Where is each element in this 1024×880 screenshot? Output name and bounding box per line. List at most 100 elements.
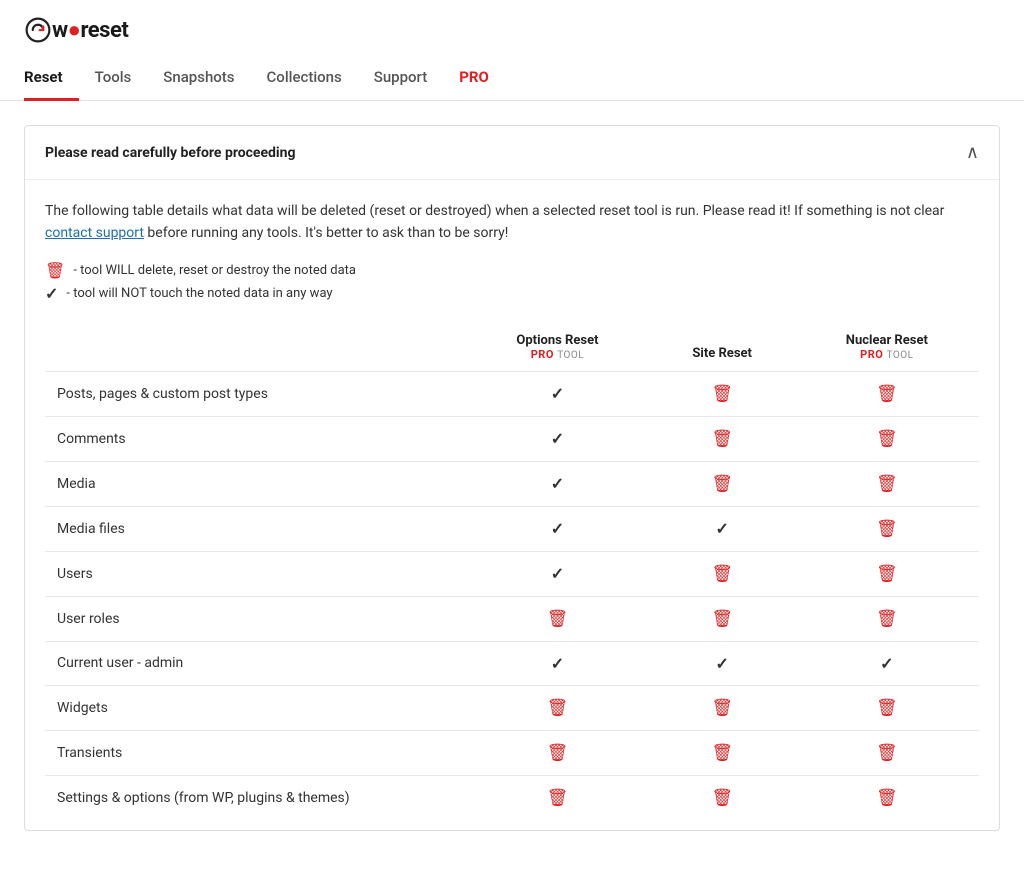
trash-icon: 🗑 [876,609,898,629]
row-label: Posts, pages & custom post types [45,371,465,416]
tool-word-2: TOOL [887,350,914,361]
trash-icon: 🗑 [711,474,733,494]
table-body: Posts, pages & custom post types✓🗑🗑Comme… [45,371,979,820]
site-reset-cell: 🗑 [650,416,795,461]
col-header-site-reset: Site Reset [650,323,795,372]
nuclear-reset-cell: 🗑 [795,775,979,820]
nuclear-reset-cell: 🗑 [795,461,979,506]
legend-delete: 🗑 - tool WILL delete, reset or destroy t… [45,261,979,280]
table-row: Settings & options (from WP, plugins & t… [45,775,979,820]
trash-icon: 🗑 [876,429,898,449]
legend-trash-icon: 🗑 [45,261,65,280]
row-label: User roles [45,596,465,641]
options-reset-sublabel: PRO TOOL [477,348,637,361]
check-icon: ✓ [551,519,564,538]
logo-text: w●reset [52,17,128,43]
row-label: Widgets [45,685,465,730]
pro-word-2: PRO [860,348,883,361]
logo-dot: ● [68,18,81,43]
trash-icon: 🗑 [876,564,898,584]
row-label: Transients [45,730,465,775]
nuclear-reset-cell: 🗑 [795,685,979,730]
check-icon: ✓ [715,519,728,538]
options-reset-cell: ✓ [465,461,649,506]
check-icon: ✓ [715,654,728,673]
legend-keep-text: - tool will NOT touch the noted data in … [66,286,332,301]
trash-icon: 🗑 [876,474,898,494]
nav-tabs: Reset Tools Snapshots Collections Suppor… [24,60,1000,100]
card-header: Please read carefully before proceeding … [25,126,999,180]
check-icon: ✓ [551,654,564,673]
check-icon: ✓ [880,654,893,673]
table-row: Media files ✓ ✓ 🗑 [45,506,979,551]
nuclear-reset-sublabel: PRO TOOL [807,348,967,361]
nav-tab-snapshots[interactable]: Snapshots [147,60,250,101]
row-label: Settings & options (from WP, plugins & t… [45,775,465,820]
site-reset-cell: 🗑 [650,371,795,416]
pro-word-1: PRO [531,348,554,361]
check-icon: ✓ [551,474,564,493]
options-reset-cell: ✓ [465,551,649,596]
info-card: Please read carefully before proceeding … [24,125,1000,831]
table-row: Widgets🗑🗑🗑 [45,685,979,730]
check-icon: ✓ [551,384,564,403]
intro-text-after: before running any tools. It's better to… [144,225,508,241]
intro-paragraph: The following table details what data wi… [45,200,979,245]
main-nav: Reset Tools Snapshots Collections Suppor… [24,60,1000,100]
comparison-table: Options Reset PRO TOOL Site Reset Nuc [45,323,979,820]
trash-icon: 🗑 [876,519,898,539]
row-label: Comments [45,416,465,461]
options-reset-cell: 🗑 [465,730,649,775]
logo: w●reset [24,16,1000,44]
trash-icon: 🗑 [876,743,898,763]
logo-icon [24,16,52,44]
main-content: Please read carefully before proceeding … [0,101,1024,855]
trash-icon: 🗑 [876,788,898,808]
options-reset-cell: 🗑 [465,596,649,641]
card-body: The following table details what data wi… [25,180,999,830]
contact-support-link[interactable]: contact support [45,225,144,241]
site-reset-cell: 🗑 [650,551,795,596]
nuclear-reset-cell: 🗑 [795,506,979,551]
trash-icon: 🗑 [876,384,898,404]
table-head: Options Reset PRO TOOL Site Reset Nuc [45,323,979,372]
nuclear-reset-cell: ✓ [795,641,979,685]
logo-prefix: w [52,18,68,43]
row-label: Users [45,551,465,596]
table-header-row: Options Reset PRO TOOL Site Reset Nuc [45,323,979,372]
options-reset-cell: ✓ [465,641,649,685]
site-reset-cell: 🗑 [650,775,795,820]
trash-icon: 🗑 [711,788,733,808]
trash-icon: 🗑 [711,698,733,718]
row-label: Current user - admin [45,641,465,685]
table-row: Transients 🗑 🗑 🗑 [45,730,979,775]
site-reset-cell: ✓ [650,506,795,551]
site-reset-cell: 🗑 [650,730,795,775]
site-reset-cell: 🗑 [650,596,795,641]
table-row: Comments ✓ 🗑 🗑 [45,416,979,461]
nav-tab-tools[interactable]: Tools [79,60,148,101]
trash-icon: 🗑 [711,743,733,763]
row-label: Media files [45,506,465,551]
nav-tab-collections[interactable]: Collections [251,60,358,101]
legend-delete-text: - tool WILL delete, reset or destroy the… [73,263,356,278]
legend: 🗑 - tool WILL delete, reset or destroy t… [45,261,979,303]
logo-suffix: reset [80,18,128,43]
nuclear-reset-cell: 🗑 [795,551,979,596]
site-reset-cell: ✓ [650,641,795,685]
site-reset-label: Site Reset [662,346,783,361]
table-row: Users ✓ 🗑 🗑 [45,551,979,596]
nav-tab-pro[interactable]: PRO [443,60,505,101]
options-reset-cell: 🗑 [465,775,649,820]
trash-icon: 🗑 [547,743,569,763]
check-icon: ✓ [551,429,564,448]
card-title: Please read carefully before proceeding [45,145,295,161]
nav-tab-support[interactable]: Support [358,60,443,101]
table-row: Current user - admin ✓ ✓ ✓ [45,641,979,685]
check-icon: ✓ [551,564,564,583]
col-header-nuclear-reset: Nuclear Reset PRO TOOL [795,323,979,372]
trash-icon: 🗑 [876,698,898,718]
nuclear-reset-label: Nuclear Reset [807,333,967,348]
collapse-icon[interactable]: ∧ [966,142,979,163]
nav-tab-reset[interactable]: Reset [24,60,79,101]
